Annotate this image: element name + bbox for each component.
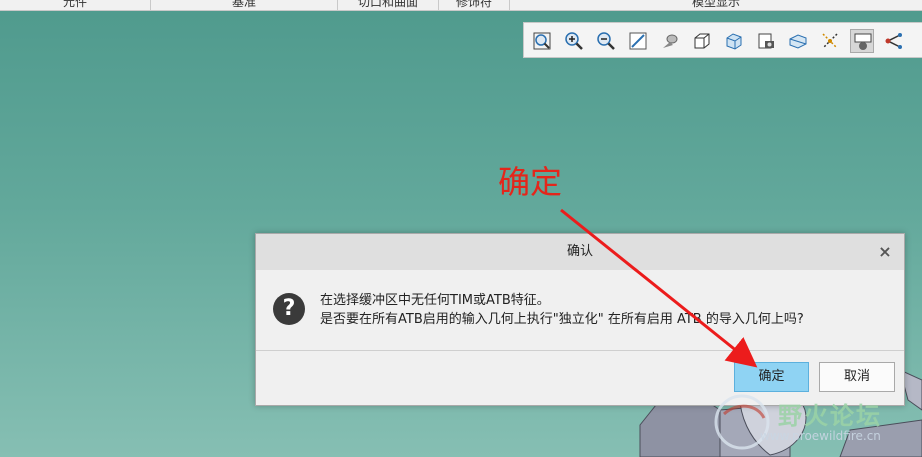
ribbon-group-model-display: 模型显示 — [691, 0, 740, 9]
ribbon-group-modifiers: 修饰符 — [455, 0, 492, 9]
refit-icon[interactable] — [530, 29, 554, 53]
dialog-divider — [256, 350, 904, 351]
confirm-dialog: 确认 × ? 在选择缓冲区中无任何TIM或ATB特征。 是否要在所有ATB启用的… — [255, 233, 905, 406]
ribbon-group-cut-surface: 切口和曲面 — [357, 0, 418, 9]
repaint-icon[interactable] — [626, 29, 650, 53]
perspective-view-icon[interactable] — [658, 29, 682, 53]
ok-button[interactable]: 确定 — [734, 362, 809, 392]
question-icon: ? — [273, 293, 305, 325]
ribbon-group-datum: 基准 — [231, 0, 256, 9]
spin-center-icon[interactable] — [882, 29, 906, 53]
dialog-message: 在选择缓冲区中无任何TIM或ATB特征。 是否要在所有ATB启用的输入几何上执行… — [320, 291, 804, 329]
display-style-icon[interactable] — [690, 29, 714, 53]
graphics-toolbar — [523, 22, 922, 58]
watermark-logo-icon — [714, 394, 770, 450]
cancel-button[interactable]: 取消 — [819, 362, 895, 392]
zoom-in-icon[interactable] — [562, 29, 586, 53]
annotation-label: 确定 — [498, 163, 563, 201]
dialog-message-line1: 在选择缓冲区中无任何TIM或ATB特征。 — [320, 293, 550, 308]
dialog-message-line2: 是否要在所有ATB启用的输入几何上执行"独立化" 在所有启用 ATB 的导入几何… — [320, 312, 804, 327]
saved-orientations-icon[interactable] — [722, 29, 746, 53]
section-icon[interactable] — [786, 29, 810, 53]
datum-display-icon[interactable] — [818, 29, 842, 53]
view-manager-icon[interactable] — [754, 29, 778, 53]
watermark-name: 野火论坛 — [778, 402, 882, 430]
dialog-title: 确认 — [256, 234, 904, 270]
watermark-url: www.proewildfire.cn — [760, 429, 881, 443]
ribbon-group-labels: 元件 基准 切口和曲面 修饰符 模型显示 — [0, 0, 922, 11]
zoom-out-icon[interactable] — [594, 29, 618, 53]
ribbon-group-components: 元件 — [62, 0, 87, 9]
close-icon[interactable]: × — [876, 243, 894, 261]
annotation-display-icon[interactable] — [850, 29, 874, 53]
